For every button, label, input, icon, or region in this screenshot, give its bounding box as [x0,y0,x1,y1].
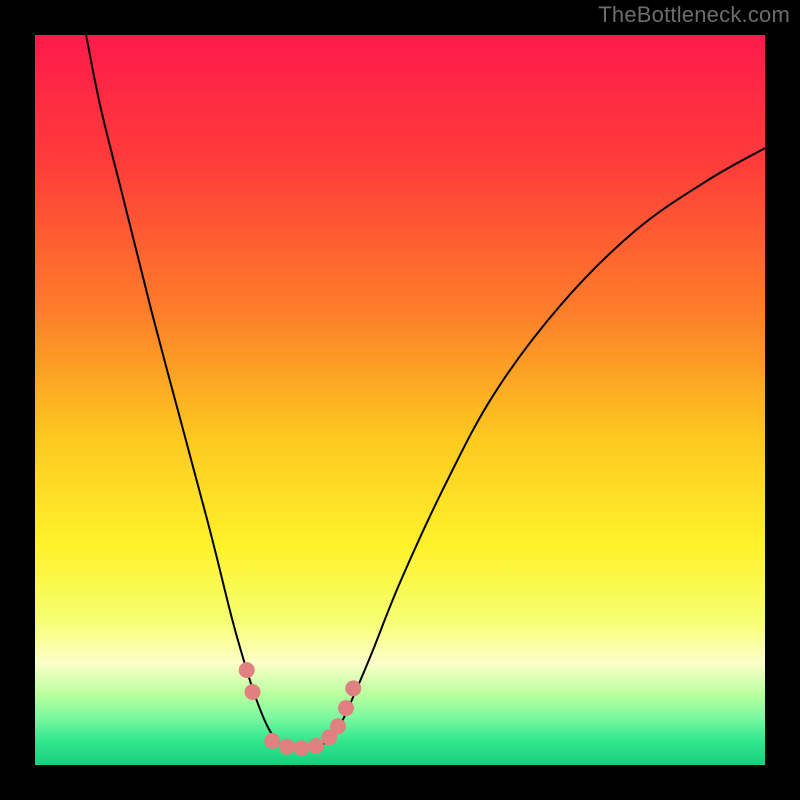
highlight-dot [245,684,261,700]
highlight-dot [239,662,255,678]
watermark-text: TheBottleneck.com [598,2,790,28]
highlight-dot [308,738,324,754]
highlight-dot [264,733,280,749]
gradient-background [35,35,765,765]
highlight-dot [293,740,309,756]
highlight-dot [345,680,361,696]
chart-frame: TheBottleneck.com [0,0,800,800]
highlight-dot [279,739,295,755]
highlight-dot [338,700,354,716]
bottleneck-chart [0,0,800,800]
highlight-dot [330,718,346,734]
